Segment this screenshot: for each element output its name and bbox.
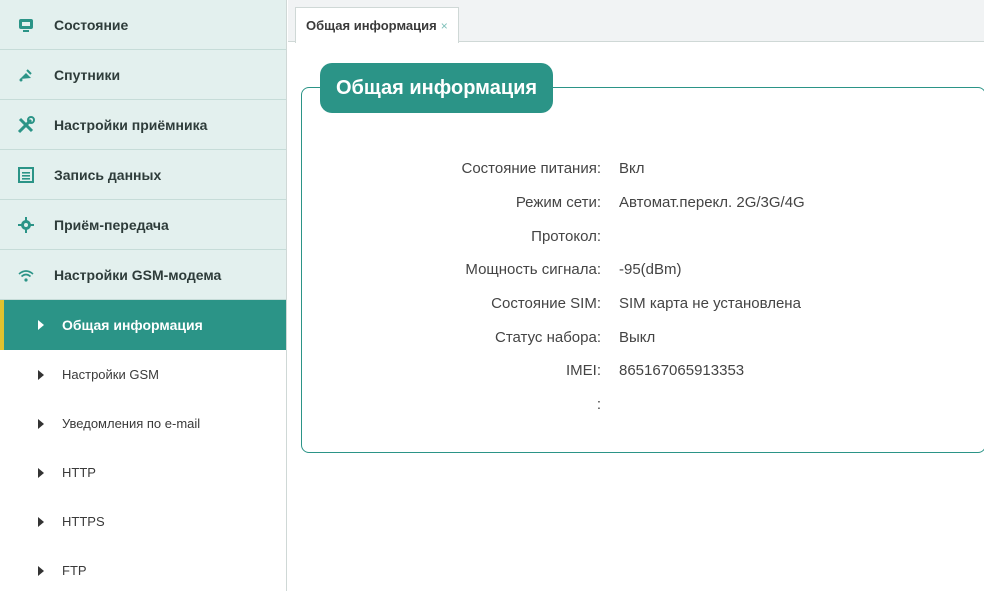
menu-label: Состояние — [54, 16, 129, 33]
sidebar: Состояние Спутники Настройки приёмника З… — [0, 0, 287, 591]
wifi-signal-icon — [14, 263, 38, 287]
caret-right-icon — [38, 565, 44, 576]
sidebar-item-label: FTP — [62, 563, 87, 578]
info-row-dial-status: Статус набора: Выкл — [288, 320, 984, 354]
info-key: : — [596, 396, 601, 414]
sidebar-item-http[interactable]: HTTP — [0, 448, 286, 497]
menu-item-status[interactable]: Состояние — [0, 0, 286, 50]
info-key: Статус набора: — [495, 328, 601, 346]
menu-item-gsm-modem[interactable]: Настройки GSM-модема — [0, 250, 286, 300]
status-monitor-icon — [14, 13, 38, 37]
sidebar-item-email-notifications[interactable]: Уведомления по e-mail — [0, 399, 286, 448]
menu-item-receiver-settings[interactable]: Настройки приёмника — [0, 100, 286, 150]
tools-icon — [14, 113, 38, 137]
menu-item-satellites[interactable]: Спутники — [0, 50, 286, 100]
info-row-sim-status: Состояние SIM: SIM карта не установлена — [288, 287, 984, 321]
info-value: -95(dBm) — [619, 261, 682, 279]
info-key: Состояние SIM: — [491, 295, 601, 313]
menu-item-data-recording[interactable]: Запись данных — [0, 150, 286, 200]
menu-label: Настройки приёмника — [54, 116, 208, 133]
tab-label: Общая информация — [306, 18, 437, 33]
gear-icon — [14, 213, 38, 237]
sidebar-item-ftp[interactable]: FTP — [0, 546, 286, 591]
sidebar-item-label: Настройки GSM — [62, 367, 159, 382]
sidebar-item-gsm-settings[interactable]: Настройки GSM — [0, 350, 286, 399]
sidebar-item-https[interactable]: HTTPS — [0, 497, 286, 546]
info-value: Выкл — [619, 328, 656, 346]
sidebar-item-label: HTTPS — [62, 514, 105, 529]
info-value: Автомат.перекл. 2G/3G/4G — [619, 194, 805, 212]
tab-general-info[interactable]: Общая информация × — [295, 7, 459, 43]
info-row-empty: : — [288, 388, 984, 422]
caret-right-icon — [38, 467, 44, 478]
tab-bar: Общая информация × — [288, 0, 984, 43]
main-content: Общая информация × Общая информация Сост… — [288, 0, 984, 591]
info-value: SIM карта не установлена — [619, 295, 801, 313]
caret-right-icon — [38, 320, 44, 330]
menu-label: Спутники — [54, 66, 121, 83]
menu-label: Запись данных — [54, 166, 162, 183]
sidebar-item-label: HTTP — [62, 465, 96, 480]
sidebar-item-general-info[interactable]: Общая информация — [0, 300, 286, 350]
info-key: Режим сети: — [515, 194, 601, 212]
info-key: Протокол: — [531, 227, 601, 245]
sidebar-item-label: Общая информация — [62, 317, 203, 333]
panel-title: Общая информация — [320, 63, 554, 113]
info-row-signal: Мощность сигнала: -95(dBm) — [288, 253, 984, 287]
menu-item-transmission[interactable]: Приём-передача — [0, 200, 286, 250]
info-key: IMEI: — [565, 362, 601, 380]
data-log-icon — [14, 163, 38, 187]
info-key: Состояние питания: — [461, 160, 601, 178]
info-row-network-mode: Режим сети: Автомат.перекл. 2G/3G/4G — [288, 186, 984, 220]
info-value: Вкл — [619, 160, 645, 178]
info-table: Состояние питания: Вкл Режим сети: Автом… — [288, 152, 984, 422]
info-value: 865167065913353 — [619, 362, 745, 380]
satellite-icon — [14, 63, 38, 87]
caret-right-icon — [38, 516, 44, 527]
menu-label: Приём-передача — [54, 216, 169, 233]
caret-right-icon — [38, 369, 44, 380]
info-row-protocol: Протокол: — [288, 219, 984, 253]
close-icon[interactable]: × — [441, 19, 448, 33]
info-row-power: Состояние питания: Вкл — [288, 152, 984, 186]
menu-label: Настройки GSM-модема — [54, 266, 222, 283]
info-row-imei: IMEI: 865167065913353 — [288, 354, 984, 388]
caret-right-icon — [38, 418, 44, 429]
info-key: Мощность сигнала: — [465, 261, 601, 279]
sidebar-item-label: Уведомления по e-mail — [62, 416, 201, 431]
